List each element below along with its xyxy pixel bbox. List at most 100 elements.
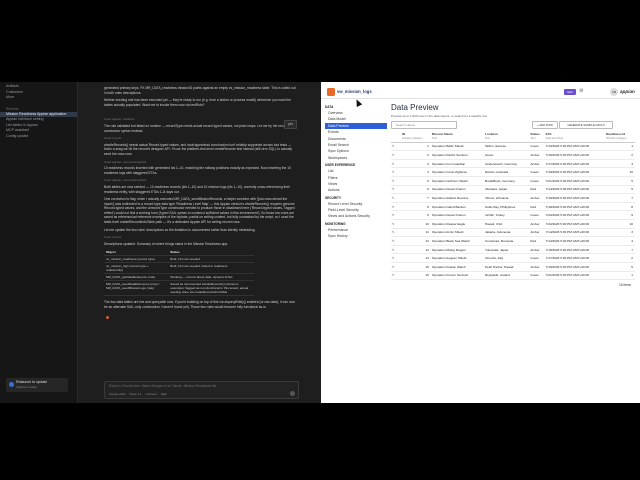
composer-tool[interactable]: Connect <box>146 392 157 396</box>
send-icon[interactable] <box>290 391 295 396</box>
table-cell: 7/17/2026 5:00 PM GMT+00:00 <box>544 253 606 263</box>
composer-tool[interactable]: High <box>161 392 167 396</box>
edit-row-cell[interactable]: ✎ <box>391 262 401 272</box>
tool-use-header[interactable]: Used appian: executeGraphQL <box>104 160 297 165</box>
recent-chat-item[interactable]: Config update <box>0 134 77 140</box>
tool-use-header[interactable]: Used appian: executeGraphQL <box>104 178 297 183</box>
table-row: ✎ 13 Operation Rising Dragon Yokosuka, Japa… <box>391 245 635 255</box>
relaunch-update-button[interactable]: Relaunch to update Claude is ready <box>6 378 68 392</box>
edit-row-cell[interactable]: ✎ <box>391 253 401 263</box>
pencil-icon[interactable]: ✎ <box>392 205 395 209</box>
pencil-icon[interactable]: ✎ <box>392 256 395 260</box>
composer-tool[interactable]: Opus 4.1 <box>129 392 141 396</box>
pencil-icon[interactable]: ✎ <box>392 230 395 234</box>
update-title: Relaunch to update <box>16 380 48 384</box>
edit-row-cell[interactable]: ✎ <box>391 159 401 169</box>
page-title: Data Preview <box>391 103 439 112</box>
pencil-icon[interactable]: ✎ <box>392 187 395 191</box>
edit-pill[interactable]: Edit <box>564 89 576 95</box>
table-cell: Jakarta, Indonesia <box>483 228 530 238</box>
pencil-icon[interactable]: ✎ <box>392 213 395 217</box>
avatar[interactable]: CM <box>610 88 618 96</box>
edit-row-cell[interactable]: ✎ <box>391 176 401 186</box>
record-type-title[interactable]: vw_mission_logs <box>337 89 372 94</box>
table-cell: 16 <box>401 271 431 281</box>
table-row: ✎ 11 Operation Arctic Shield Jakarta, Indon… <box>391 228 635 238</box>
pencil-icon[interactable]: ✎ <box>392 144 395 148</box>
settings-icon[interactable]: ⚙ <box>579 88 583 94</box>
table-cell: 2 <box>605 253 635 263</box>
edit-row-cell[interactable]: ✎ <box>391 142 401 152</box>
tool-use-header[interactable]: Used appian: testRule <box>104 117 297 122</box>
pencil-icon[interactable]: ✎ <box>392 248 395 252</box>
nav-item[interactable]: Views and Actions Security <box>325 213 387 219</box>
table-cell: 7/14/2026 5:00 PM GMT+00:00 <box>544 228 606 238</box>
preview-toolbar: Search values + ADD ROW GENERATE SAMPLE … <box>389 121 637 129</box>
edit-row-cell[interactable]: ✎ <box>391 150 401 160</box>
column-header[interactable]: Status Text <box>529 132 545 143</box>
composer-placeholder[interactable]: Reply to Claude here. Make changes in to… <box>109 384 216 388</box>
table-cell: 5 <box>605 176 635 186</box>
edit-row-cell[interactable]: ✎ <box>391 245 401 255</box>
desktop-screen: Artifacts Customize More Recents Mission R… <box>0 82 640 403</box>
table-cell: Operation Baltic Shield <box>430 142 484 152</box>
table-cell: Saved as documented a!writeRecords() ref… <box>168 280 254 297</box>
update-subtitle: Claude is ready <box>16 385 37 389</box>
column-header[interactable]: ID Number (Integer) <box>401 132 431 143</box>
table-cell: Darwin, Australia <box>483 167 530 177</box>
column-header[interactable]: Location Text <box>483 132 530 143</box>
pencil-icon[interactable]: ✎ <box>392 162 395 166</box>
edit-row-cell[interactable]: ✎ <box>391 271 401 281</box>
nav-item[interactable]: Sync History <box>325 233 387 239</box>
pencil-icon[interactable]: ✎ <box>392 222 395 226</box>
column-header[interactable]: Mission Name Text <box>430 132 484 143</box>
chat-paragraph: The rule validated but failed on runtime… <box>104 123 295 133</box>
table-row: ✎ 4 Operation Coral Vigilance Darwin, Austr… <box>391 167 635 177</box>
table-cell: 5 <box>605 262 635 272</box>
column-header[interactable] <box>391 132 401 143</box>
edit-row-cell[interactable]: ✎ <box>391 167 401 177</box>
nav-item[interactable]: Workspaces <box>325 155 387 161</box>
edit-row-cell[interactable]: ✎ <box>391 193 401 203</box>
table-cell: Green <box>529 142 545 152</box>
table-row: ✎ 2 Operation Pacific Sentinel Guam Amber 7/1… <box>391 150 635 160</box>
table-cell: 7/17/2026 5:00 PM GMT+00:00 <box>544 159 606 169</box>
column-header[interactable]: Readiness Id Number (Integer) <box>605 132 635 143</box>
pencil-icon[interactable]: ✎ <box>392 170 395 174</box>
edit-row-cell[interactable]: ✎ <box>391 185 401 195</box>
table-cell: Subic Bay, Philippines <box>483 202 530 212</box>
sidebar-item[interactable]: More <box>0 95 77 101</box>
table-cell: Hawaii, USA <box>483 219 530 229</box>
search-input[interactable]: Search values <box>391 121 457 129</box>
tool-use-header[interactable]: Used 2 tools <box>104 136 297 141</box>
pencil-icon[interactable]: ✎ <box>392 179 395 183</box>
chat-paragraph: One correction to flag: when I actually … <box>104 197 295 225</box>
claude-sidebar: Artifacts Customize More Recents Mission R… <box>0 82 78 403</box>
edit-row-cell[interactable]: ✎ <box>391 228 401 238</box>
pencil-icon[interactable]: ✎ <box>392 265 395 269</box>
table-cell: Operation Island Bastion <box>430 202 484 212</box>
table-cell: 8 <box>401 202 431 212</box>
column-name: Location <box>484 132 498 136</box>
edit-row-cell[interactable]: ✎ <box>391 236 401 246</box>
table-cell: Operation Pacific Sentinel <box>430 150 484 160</box>
chat-composer[interactable]: Reply to Claude here. Make changes in to… <box>104 381 299 399</box>
table-row: ✎ 7 Operation Atlantic Resolve Vilnius, Lit… <box>391 193 635 203</box>
pencil-icon[interactable]: ✎ <box>392 239 395 243</box>
item-count: 16 items <box>618 283 631 288</box>
pencil-icon[interactable]: ✎ <box>392 196 395 200</box>
edit-row-cell[interactable]: ✎ <box>391 219 401 229</box>
edit-row-cell[interactable]: ✎ <box>391 210 401 220</box>
claude-app-window: Artifacts Customize More Recents Mission R… <box>0 82 321 403</box>
pencil-icon[interactable]: ✎ <box>392 153 395 157</box>
generate-sample-data-button[interactable]: GENERATE SAMPLE DATA ▾ <box>559 121 613 129</box>
edit-row-cell[interactable]: ✎ <box>391 202 401 212</box>
update-icon <box>9 382 14 387</box>
add-row-button[interactable]: + ADD ROW <box>532 121 558 129</box>
tool-use-header[interactable]: Used 2 tools <box>104 235 297 240</box>
composer-tool[interactable]: Accept edits <box>109 392 125 396</box>
nav-item[interactable]: Actions <box>325 187 387 193</box>
column-header[interactable]: ETA Date and Time <box>544 132 606 143</box>
table-cell: MR_DATA_getDataReference (rule) <box>104 273 169 282</box>
pencil-icon[interactable]: ✎ <box>392 273 395 277</box>
